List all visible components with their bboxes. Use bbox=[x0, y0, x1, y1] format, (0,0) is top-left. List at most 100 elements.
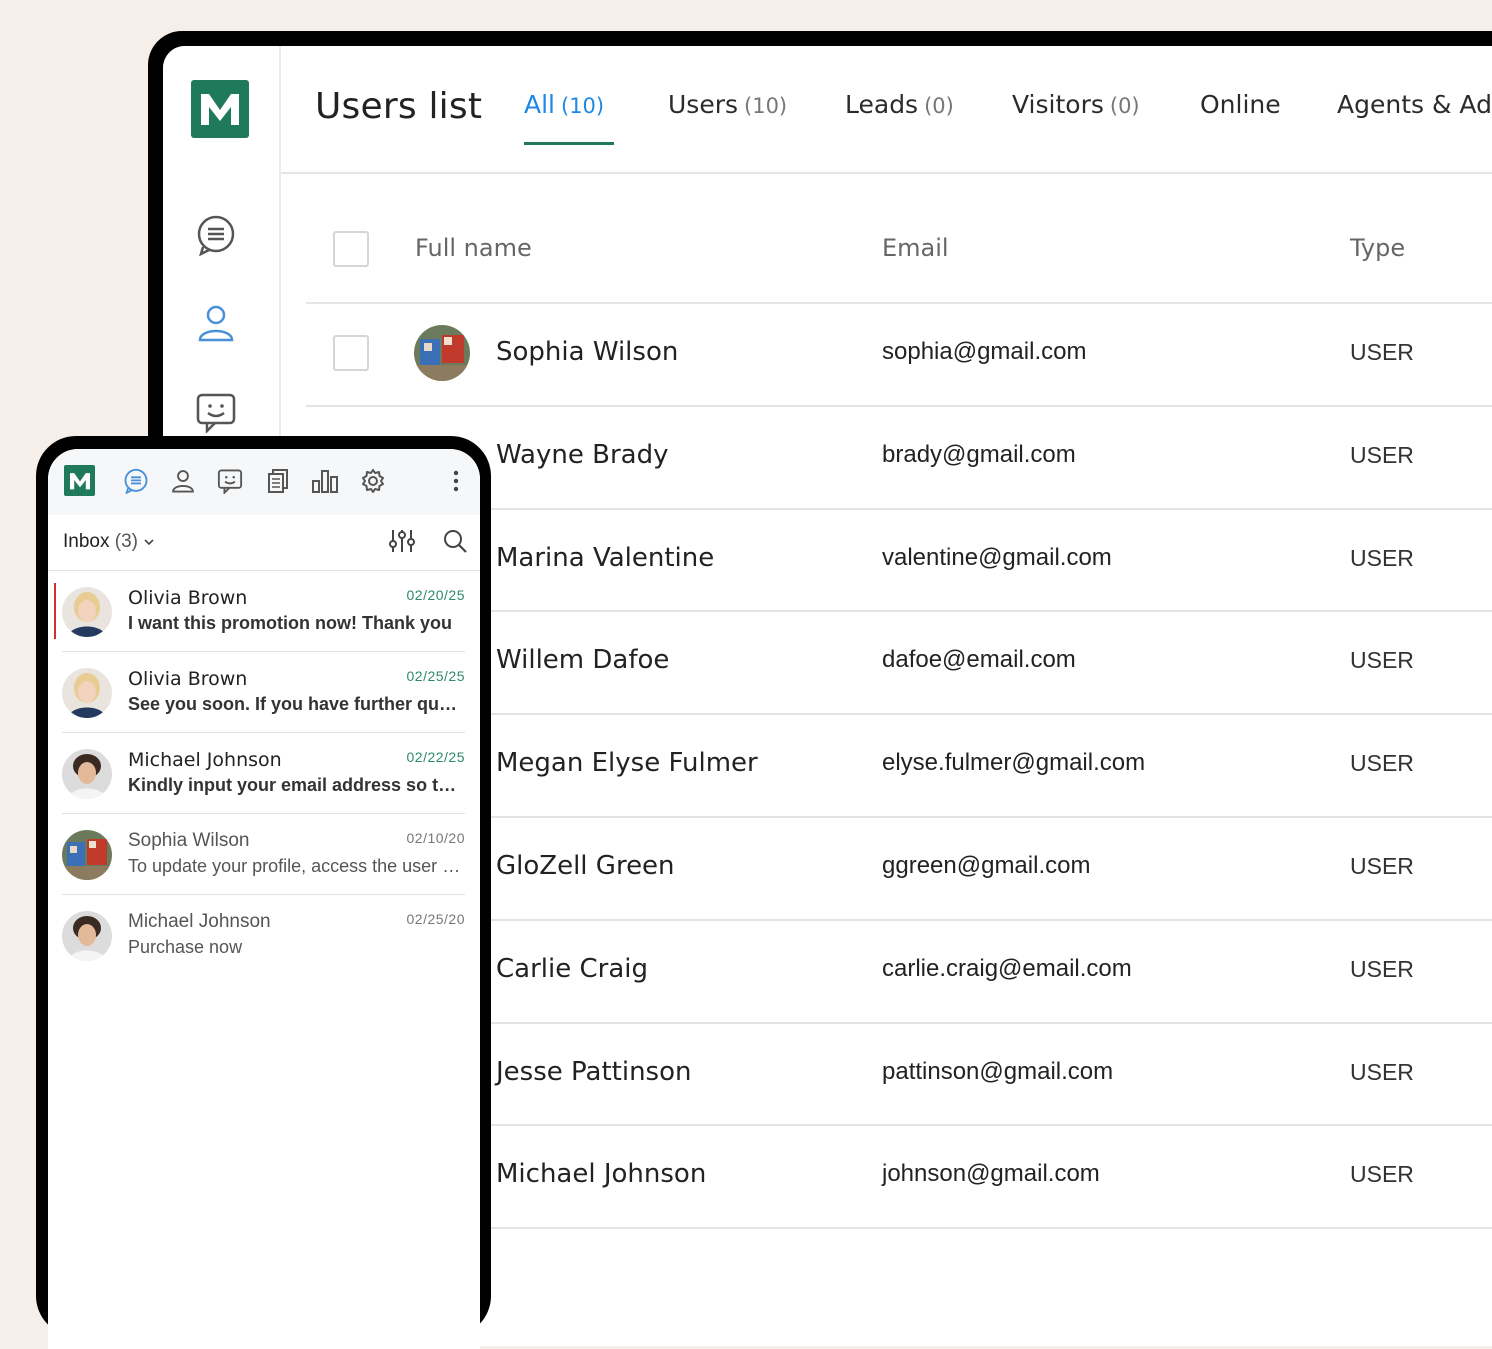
user-email: brady@gmail.com bbox=[882, 440, 1076, 468]
conversation-item[interactable]: Sophia Wilson 02/10/20 To update your pr… bbox=[62, 814, 465, 895]
page-title: Users list bbox=[315, 86, 483, 127]
phone-toolbar bbox=[48, 449, 480, 515]
conversation-item[interactable]: Michael Johnson 02/25/20 Purchase now bbox=[62, 895, 465, 976]
row-checkbox[interactable] bbox=[333, 335, 369, 371]
message-date: 02/20/25 bbox=[406, 587, 465, 603]
message-preview: I want this promotion now! Thank you bbox=[128, 613, 452, 633]
app-logo[interactable] bbox=[64, 465, 95, 496]
contact-name: Michael Johnson bbox=[128, 749, 282, 771]
avatar bbox=[62, 749, 112, 799]
tab-all[interactable]: All (10) bbox=[524, 90, 604, 119]
tab-users[interactable]: Users (10) bbox=[668, 90, 787, 119]
user-type: USER bbox=[1350, 1058, 1414, 1085]
column-header-full-name[interactable]: Full name bbox=[415, 234, 532, 262]
tab-count: (0) bbox=[1109, 94, 1140, 118]
avatar bbox=[62, 911, 112, 961]
contact-name: Olivia Brown bbox=[128, 668, 248, 690]
more-icon[interactable] bbox=[442, 467, 470, 495]
message-preview: To update your profile, access the user … bbox=[128, 856, 465, 876]
feedback-icon[interactable] bbox=[216, 467, 244, 495]
tab-label: Leads bbox=[845, 90, 919, 119]
inbox-label: Inbox bbox=[63, 531, 110, 552]
tab-label: All bbox=[524, 90, 555, 119]
user-full-name[interactable]: Megan Elyse Fulmer bbox=[496, 748, 758, 778]
message-date: 02/10/20 bbox=[406, 830, 465, 846]
user-email: carlie.craig@email.com bbox=[882, 954, 1132, 982]
message-date: 02/25/20 bbox=[406, 911, 465, 927]
feedback-icon[interactable] bbox=[195, 391, 237, 433]
tab-leads[interactable]: Leads (0) bbox=[845, 90, 954, 119]
user-full-name[interactable]: GloZell Green bbox=[496, 851, 675, 881]
user-full-name[interactable]: Sophia Wilson bbox=[496, 337, 678, 367]
user-full-name[interactable]: Marina Valentine bbox=[496, 543, 714, 573]
column-header-email[interactable]: Email bbox=[882, 234, 949, 262]
avatar bbox=[62, 587, 112, 637]
user-type: USER bbox=[1350, 750, 1414, 777]
user-full-name[interactable]: Michael Johnson bbox=[496, 1159, 706, 1189]
logo-m-icon bbox=[69, 472, 90, 489]
user-type: USER bbox=[1350, 339, 1414, 365]
conversation-item[interactable]: Michael Johnson 02/22/25 Kindly input yo… bbox=[62, 733, 465, 814]
user-email: dafoe@email.com bbox=[882, 646, 1076, 674]
user-full-name[interactable]: Jesse Pattinson bbox=[496, 1057, 691, 1087]
chat-icon[interactable] bbox=[122, 467, 150, 495]
user-type: USER bbox=[1350, 1161, 1414, 1188]
phone-screen: Inbox (3) Olivia Brown 02/20/25 I want t… bbox=[48, 449, 480, 1349]
chat-icon[interactable] bbox=[195, 214, 237, 256]
column-header-type[interactable]: Type bbox=[1350, 234, 1405, 262]
user-type: USER bbox=[1350, 544, 1414, 571]
user-email: johnson@gmail.com bbox=[882, 1160, 1100, 1188]
table-header: Full name Email Type bbox=[306, 174, 1492, 304]
avatar bbox=[414, 325, 470, 381]
contact-name: Sophia Wilson bbox=[128, 830, 250, 851]
articles-icon[interactable] bbox=[264, 467, 292, 495]
user-email: sophia@gmail.com bbox=[882, 338, 1087, 365]
user-full-name[interactable]: Carlie Craig bbox=[496, 954, 648, 984]
user-type: USER bbox=[1350, 441, 1414, 468]
message-date: 02/25/25 bbox=[406, 668, 465, 684]
inbox-count: (3) bbox=[114, 531, 138, 552]
user-icon[interactable] bbox=[169, 467, 197, 495]
user-email: pattinson@gmail.com bbox=[882, 1057, 1114, 1085]
select-all-checkbox[interactable] bbox=[333, 231, 369, 267]
message-date: 02/22/25 bbox=[406, 749, 465, 765]
user-email: elyse.fulmer@gmail.com bbox=[882, 749, 1146, 777]
page-header: Users list All (10) Users (10) Leads (0) Vi… bbox=[281, 46, 1492, 174]
tab-agents-admins[interactable]: Agents & Ad bbox=[1337, 90, 1492, 119]
settings-icon[interactable] bbox=[359, 467, 387, 495]
tab-label: Online bbox=[1200, 90, 1281, 119]
user-type: USER bbox=[1350, 955, 1414, 982]
chevron-down-icon bbox=[143, 531, 155, 552]
contact-name: Olivia Brown bbox=[128, 587, 248, 609]
tab-online[interactable]: Online bbox=[1200, 90, 1281, 119]
logo-m-icon bbox=[201, 94, 239, 125]
tab-label: Agents & Ad bbox=[1337, 90, 1492, 119]
user-full-name[interactable]: Wayne Brady bbox=[496, 440, 668, 470]
user-icon[interactable] bbox=[195, 302, 237, 344]
conversation-item[interactable]: Olivia Brown 02/20/25 I want this promot… bbox=[54, 571, 465, 652]
conversation-item[interactable]: Olivia Brown 02/25/25 See you soon. If y… bbox=[62, 652, 465, 733]
tab-label: Users bbox=[668, 90, 739, 119]
inbox-dropdown[interactable]: Inbox (3) bbox=[63, 531, 155, 553]
filter-icon[interactable] bbox=[388, 527, 416, 560]
reports-icon[interactable] bbox=[311, 467, 339, 495]
table-row[interactable]: Sophia Wilson sophia@gmail.com USER bbox=[306, 304, 1492, 407]
inbox-bar: Inbox (3) bbox=[48, 515, 480, 571]
avatar bbox=[62, 668, 112, 718]
active-tab-indicator bbox=[524, 142, 614, 145]
tab-label: Visitors bbox=[1012, 90, 1104, 119]
selected-indicator bbox=[54, 583, 56, 639]
app-logo[interactable] bbox=[191, 80, 249, 138]
search-icon[interactable] bbox=[442, 528, 468, 559]
tab-count: (0) bbox=[924, 94, 954, 118]
user-email: valentine@gmail.com bbox=[882, 543, 1112, 571]
user-full-name[interactable]: Willem Dafoe bbox=[496, 645, 669, 675]
tab-visitors[interactable]: Visitors (0) bbox=[1012, 90, 1140, 119]
user-email: ggreen@gmail.com bbox=[882, 851, 1091, 879]
message-preview: Purchase now bbox=[128, 937, 243, 957]
contact-name: Michael Johnson bbox=[128, 911, 271, 932]
avatar bbox=[62, 830, 112, 880]
tab-count: (10) bbox=[561, 94, 605, 118]
message-preview: Kindly input your email address so that bbox=[128, 775, 465, 795]
tab-count: (10) bbox=[744, 94, 788, 118]
